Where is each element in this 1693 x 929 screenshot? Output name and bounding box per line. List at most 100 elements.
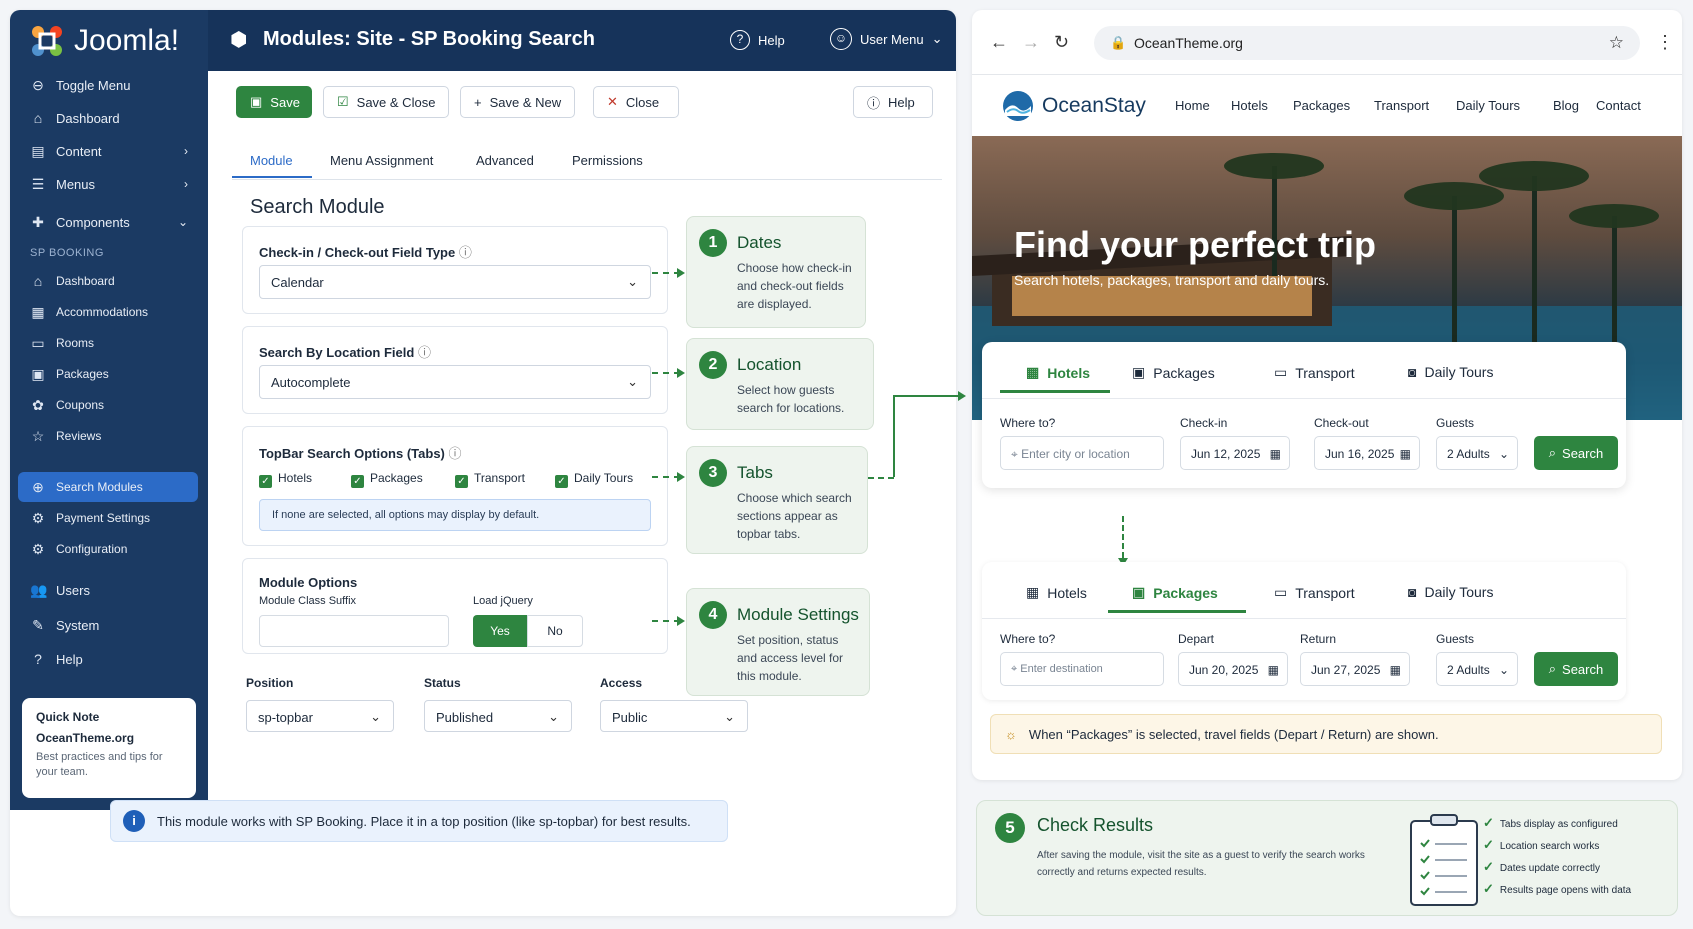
sidebar-item-label: Help bbox=[56, 651, 83, 667]
tab-advanced[interactable]: Advanced bbox=[476, 153, 534, 168]
site-nav-home[interactable]: Home bbox=[1175, 98, 1210, 113]
tab-module[interactable]: Module bbox=[250, 153, 293, 168]
search-icon: ⌕ bbox=[1548, 661, 1557, 676]
position-select[interactable]: sp-topbar ⌄ bbox=[246, 700, 394, 732]
header-help-button[interactable]: ? Help bbox=[730, 30, 785, 50]
return-label: Return bbox=[1300, 632, 1337, 646]
sidebar-item-label: Dashboard bbox=[56, 110, 120, 126]
chevron-down-icon: ⌄ bbox=[548, 709, 559, 724]
search-tab-daily-tours[interactable]: ◙ Daily Tours bbox=[1408, 584, 1493, 600]
where-input[interactable]: ⌖ Enter city or location bbox=[1000, 436, 1164, 470]
sidebar-item-users[interactable]: 👥 Users bbox=[18, 575, 198, 605]
address-bar[interactable]: 🔒 OceanTheme.org ☆ bbox=[1094, 26, 1640, 60]
site-logo[interactable]: OceanStay bbox=[1002, 90, 1146, 122]
search-card-packages: ▦ Hotels ▣ Packages ▭ Transport ◙ Daily Tour… bbox=[982, 562, 1626, 700]
close-button[interactable]: ✕ Close bbox=[593, 86, 679, 118]
save-button[interactable]: ▣ Save bbox=[236, 86, 312, 118]
sidebar-item-dashboard[interactable]: ⌂ Dashboard bbox=[18, 103, 198, 133]
check-icon: ✓ bbox=[1483, 837, 1494, 852]
sidebar-item-search-modules[interactable]: ⊕ Search Modules bbox=[18, 472, 198, 502]
sidebar-item-reviews[interactable]: ☆ Reviews bbox=[18, 421, 198, 451]
sidebar-item-sp-dashboard[interactable]: ⌂ Dashboard bbox=[18, 266, 198, 296]
user-menu-button[interactable]: ☺ User Menu ⌄ bbox=[830, 28, 942, 50]
sidebar-item-rooms[interactable]: ▭ Rooms bbox=[18, 328, 198, 358]
joomla-logo[interactable]: Joomla! bbox=[28, 22, 179, 60]
return-input[interactable]: Jun 27, 2025 ▦ bbox=[1300, 652, 1410, 686]
location-select[interactable]: Autocomplete ⌄ bbox=[259, 365, 651, 399]
checkin-select[interactable]: Calendar ⌄ bbox=[259, 265, 651, 299]
tab-menu-assignment[interactable]: Menu Assignment bbox=[330, 153, 433, 168]
depart-input[interactable]: Jun 20, 2025 ▦ bbox=[1178, 652, 1288, 686]
search-tab-hotels[interactable]: ▦ Hotels bbox=[1026, 364, 1090, 381]
chevron-down-icon: ⌄ bbox=[627, 274, 638, 289]
sidebar-item-coupons[interactable]: ✿ Coupons bbox=[18, 390, 198, 420]
sidebar-item-content[interactable]: ▤ Content › bbox=[18, 136, 198, 166]
site-nav-blog[interactable]: Blog bbox=[1553, 98, 1579, 113]
bookmark-star-icon[interactable]: ☆ bbox=[1609, 33, 1624, 53]
pin-icon: ⌖ bbox=[1011, 447, 1022, 461]
reload-icon[interactable]: ↻ bbox=[1054, 32, 1069, 53]
info-icon: i bbox=[123, 810, 145, 832]
status-select[interactable]: Published ⌄ bbox=[424, 700, 572, 732]
checkbox-transport[interactable]: ✓ Transport bbox=[455, 471, 525, 488]
search-tab-transport[interactable]: ▭ Transport bbox=[1274, 584, 1355, 601]
camera-icon: ◙ bbox=[1408, 364, 1417, 380]
chevron-down-icon: ⌄ bbox=[177, 215, 188, 229]
sidebar-item-system[interactable]: ✎ System bbox=[18, 610, 198, 640]
checkbox-packages[interactable]: ✓ Packages bbox=[351, 471, 423, 488]
class-suffix-input[interactable] bbox=[259, 615, 449, 647]
checkout-input[interactable]: Jun 16, 2025 ▦ bbox=[1314, 436, 1420, 470]
chevron-down-icon: ⌄ bbox=[724, 709, 735, 724]
search-tab-transport[interactable]: ▭ Transport bbox=[1274, 364, 1355, 381]
sidebar-item-payment-settings[interactable]: ⚙ Payment Settings bbox=[18, 503, 198, 533]
guests-select[interactable]: 2 Adults ⌄ bbox=[1436, 652, 1518, 686]
site-nav-contact[interactable]: Contact bbox=[1596, 98, 1641, 113]
sidebar-item-accommodations[interactable]: ▦ Accommodations bbox=[18, 297, 198, 327]
quick-note-site: OceanTheme.org bbox=[36, 731, 135, 745]
checkbox-label: Transport bbox=[474, 471, 525, 485]
checkbox-daily-tours[interactable]: ✓ Daily Tours bbox=[555, 471, 633, 488]
save-new-button[interactable]: + Save & New bbox=[460, 86, 576, 118]
search-button[interactable]: ⌕ Search bbox=[1534, 652, 1618, 686]
sidebar-item-toggle-menu[interactable]: ⊖ Toggle Menu bbox=[18, 70, 198, 100]
location-card: Search By Location Field ⓘ Autocomplete ⌄ bbox=[242, 326, 668, 414]
tab-active-indicator bbox=[1000, 390, 1110, 393]
access-select[interactable]: Public ⌄ bbox=[600, 700, 748, 732]
sidebar-item-components[interactable]: ✚ Components ⌄ bbox=[18, 207, 198, 237]
forward-icon[interactable]: → bbox=[1022, 32, 1040, 53]
save-close-button[interactable]: ☑ Save & Close bbox=[323, 86, 450, 118]
depart-label: Depart bbox=[1178, 632, 1215, 646]
sidebar-item-help[interactable]: ? Help bbox=[18, 644, 198, 674]
check-label: Results page opens with data bbox=[1499, 885, 1632, 896]
checkbox-hotels[interactable]: ✓ Hotels bbox=[259, 471, 312, 488]
tab-permissions[interactable]: Permissions bbox=[572, 153, 643, 168]
checkin-input[interactable]: Jun 12, 2025 ▦ bbox=[1180, 436, 1290, 470]
admin-window: Joomla! ⊖ Toggle Menu ⌂ Dashboard ▤ Content… bbox=[10, 10, 956, 916]
jquery-yes-button[interactable]: Yes bbox=[473, 615, 527, 647]
search-tab-daily-tours[interactable]: ◙ Daily Tours bbox=[1408, 364, 1493, 380]
search-tab-packages[interactable]: ▣ Packages bbox=[1132, 364, 1215, 381]
jquery-no-button[interactable]: No bbox=[527, 615, 583, 647]
guests-select[interactable]: 2 Adults ⌄ bbox=[1436, 436, 1518, 470]
sidebar-item-configuration[interactable]: ⚙ Configuration bbox=[18, 534, 198, 564]
search-button[interactable]: ⌕ Search bbox=[1534, 436, 1618, 470]
toolbar-help-button[interactable]: ⓘ Help bbox=[853, 86, 933, 118]
more-icon[interactable]: ⋮ bbox=[1656, 32, 1674, 53]
site-nav-hotels[interactable]: Hotels bbox=[1231, 98, 1268, 113]
site-nav-transport[interactable]: Transport bbox=[1374, 98, 1429, 113]
where-input[interactable]: ⌖ Enter destination bbox=[1000, 652, 1164, 686]
brand-name: Joomla! bbox=[74, 24, 180, 57]
sidebar-item-label: Packages bbox=[56, 367, 109, 381]
sidebar-item-menus[interactable]: ☰ Menus › bbox=[18, 169, 198, 199]
search-tab-packages[interactable]: ▣ Packages bbox=[1132, 584, 1218, 601]
connector-line bbox=[893, 395, 895, 477]
site-nav-daily-tours[interactable]: Daily Tours bbox=[1456, 98, 1520, 113]
search-tab-hotels[interactable]: ▦ Hotels bbox=[1026, 584, 1087, 601]
step-number: 2 bbox=[699, 351, 727, 379]
home-icon: ⌂ bbox=[33, 273, 43, 289]
result-check-item: ✓ Dates update correctly bbox=[1483, 859, 1600, 875]
back-icon[interactable]: ← bbox=[990, 32, 1008, 53]
sidebar-item-packages[interactable]: ▣ Packages bbox=[18, 359, 198, 389]
site-nav-packages[interactable]: Packages bbox=[1293, 98, 1350, 113]
sidebar-item-label: Reviews bbox=[56, 429, 102, 443]
